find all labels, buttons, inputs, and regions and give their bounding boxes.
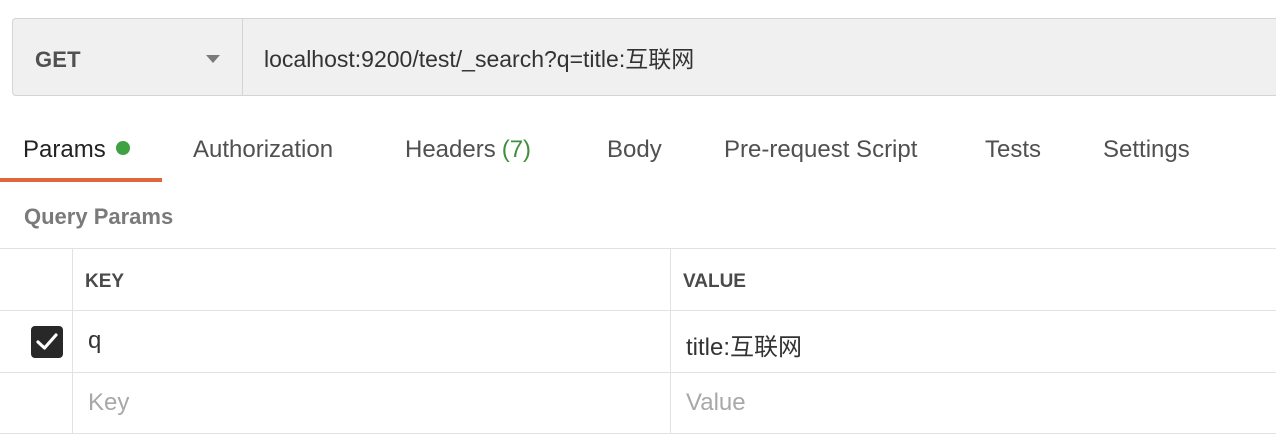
column-divider	[670, 311, 671, 372]
table-row: q title:互联网	[0, 310, 1276, 372]
tab-tests[interactable]: Tests	[985, 136, 1041, 164]
request-bar: GET	[12, 18, 1276, 96]
new-key-input[interactable]	[88, 383, 648, 423]
row-enabled-checkbox[interactable]	[31, 326, 63, 358]
param-key[interactable]: q	[88, 327, 101, 355]
value-column-header: VALUE	[683, 271, 746, 292]
request-tabs: Params Authorization Headers (7) Body Pre…	[0, 120, 1276, 184]
param-value[interactable]: title:互联网	[686, 327, 802, 362]
url-input[interactable]	[244, 19, 1274, 95]
method-select[interactable]: GET	[13, 19, 243, 95]
column-divider	[670, 249, 671, 310]
column-divider	[72, 249, 73, 310]
column-divider	[72, 373, 73, 433]
new-value-input[interactable]	[686, 383, 1246, 423]
method-label: GET	[35, 47, 81, 72]
tab-body-label: Body	[607, 136, 662, 163]
headers-count: (7)	[501, 136, 532, 163]
new-param-row	[0, 372, 1276, 434]
tab-settings[interactable]: Settings	[1103, 136, 1190, 164]
tab-pre-request-script-label: Pre-request Script	[724, 136, 918, 163]
tab-params-label: Params	[23, 136, 106, 163]
tab-tests-label: Tests	[985, 136, 1042, 163]
active-tab-underline	[0, 178, 162, 182]
tab-body[interactable]: Body	[607, 136, 662, 164]
tab-headers-label: Headers	[405, 136, 496, 163]
column-divider	[72, 311, 73, 372]
tab-headers[interactable]: Headers (7)	[405, 136, 531, 164]
params-active-dot	[115, 141, 130, 155]
chevron-down-icon	[206, 55, 220, 63]
tab-authorization[interactable]: Authorization	[193, 136, 333, 164]
tab-pre-request-script[interactable]: Pre-request Script	[724, 136, 917, 164]
key-column-header: KEY	[85, 271, 125, 292]
query-params-title: Query Params	[24, 204, 174, 229]
check-icon	[36, 333, 58, 350]
table-header-row: KEY VALUE	[0, 248, 1276, 310]
tab-settings-label: Settings	[1103, 136, 1190, 163]
tab-authorization-label: Authorization	[193, 136, 334, 163]
params-table: KEY VALUE q title:互联网	[0, 248, 1276, 438]
tab-params[interactable]: Params	[23, 136, 130, 164]
column-divider	[670, 373, 671, 433]
